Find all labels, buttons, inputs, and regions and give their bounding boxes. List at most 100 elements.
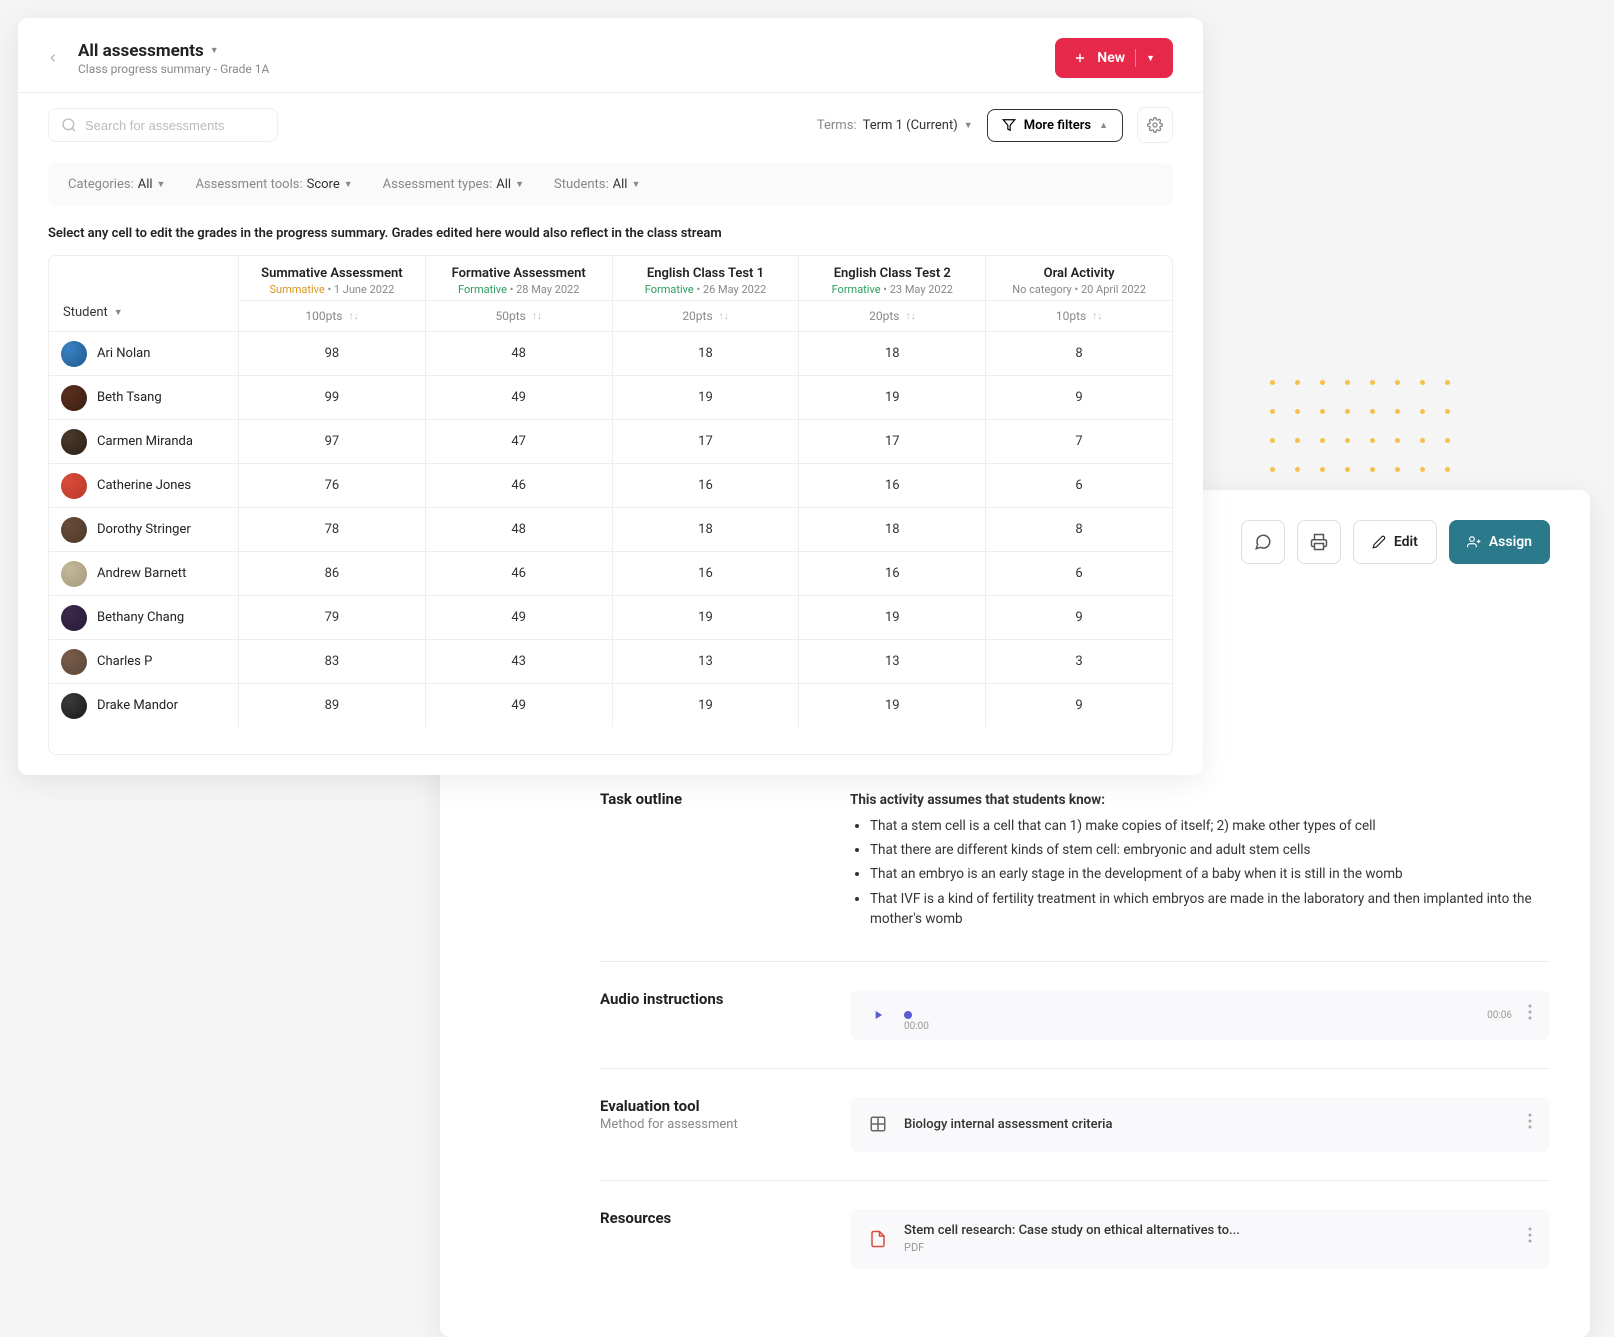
assessment-date: • 28 May 2022 xyxy=(510,283,580,296)
grade-cell[interactable]: 17 xyxy=(613,420,800,463)
more-filters-button[interactable]: More filters ▲ xyxy=(987,109,1123,142)
student-cell[interactable]: Carmen Miranda xyxy=(49,420,239,463)
search-box[interactable] xyxy=(48,108,278,142)
students-filter[interactable]: Students: All ▼ xyxy=(554,177,640,192)
grade-cell[interactable]: 19 xyxy=(799,684,986,727)
evaluation-section: Evaluation tool Method for assessment Bi… xyxy=(600,1069,1550,1180)
back-button[interactable] xyxy=(38,43,68,73)
comment-button[interactable] xyxy=(1241,520,1285,564)
grade-cell[interactable]: 89 xyxy=(239,684,426,727)
student-cell[interactable]: Beth Tsang xyxy=(49,376,239,419)
grade-cell[interactable]: 49 xyxy=(426,376,613,419)
grade-cell[interactable]: 18 xyxy=(613,508,800,551)
sort-icon[interactable]: ↑↓ xyxy=(532,311,542,322)
terms-filter[interactable]: Terms: Term 1 (Current) ▼ xyxy=(817,118,973,133)
grade-cell[interactable]: 17 xyxy=(799,420,986,463)
tools-filter[interactable]: Assessment tools: Score ▼ xyxy=(195,177,352,192)
print-button[interactable] xyxy=(1297,520,1341,564)
student-cell[interactable]: Catherine Jones xyxy=(49,464,239,507)
task-outline-label: Task outline xyxy=(600,790,810,808)
grade-cell[interactable]: 48 xyxy=(426,332,613,375)
grade-cell[interactable]: 18 xyxy=(799,332,986,375)
student-cell[interactable]: Dorothy Stringer xyxy=(49,508,239,551)
sort-icon[interactable]: ↑↓ xyxy=(348,311,358,322)
student-cell[interactable]: Charles P xyxy=(49,640,239,683)
grade-cell[interactable]: 7 xyxy=(986,420,1172,463)
settings-button[interactable] xyxy=(1137,107,1173,143)
pencil-icon xyxy=(1372,535,1386,549)
grade-cell[interactable]: 46 xyxy=(426,552,613,595)
sort-icon[interactable]: ↑↓ xyxy=(719,311,729,322)
audio-more-button[interactable] xyxy=(1524,1000,1536,1030)
grade-cell[interactable]: 6 xyxy=(986,552,1172,595)
grade-cell[interactable]: 86 xyxy=(239,552,426,595)
grade-cell[interactable]: 49 xyxy=(426,684,613,727)
table-row: Catherine Jones 764616166 xyxy=(49,463,1172,507)
grade-cell[interactable]: 18 xyxy=(799,508,986,551)
grade-cell[interactable]: 83 xyxy=(239,640,426,683)
eval-tool-item[interactable]: Biology internal assessment criteria xyxy=(850,1097,1550,1151)
table-row: Charles P 834313133 xyxy=(49,639,1172,683)
student-column-header[interactable]: Student ▼ xyxy=(49,256,239,331)
eval-sublabel: Method for assessment xyxy=(600,1117,810,1132)
grade-cell[interactable]: 98 xyxy=(239,332,426,375)
grade-cell[interactable]: 3 xyxy=(986,640,1172,683)
grade-cell[interactable]: 18 xyxy=(613,332,800,375)
grade-cell[interactable]: 16 xyxy=(613,552,800,595)
play-button[interactable] xyxy=(864,1001,892,1029)
types-filter[interactable]: Assessment types: All ▼ xyxy=(383,177,524,192)
grade-cell[interactable]: 19 xyxy=(613,376,800,419)
grade-cell[interactable]: 43 xyxy=(426,640,613,683)
points-header[interactable]: 20pts ↑↓ xyxy=(613,300,799,331)
table-row: Bethany Chang 794919199 xyxy=(49,595,1172,639)
grade-cell[interactable]: 9 xyxy=(986,684,1172,727)
student-cell[interactable]: Bethany Chang xyxy=(49,596,239,639)
student-cell[interactable]: Andrew Barnett xyxy=(49,552,239,595)
grade-cell[interactable]: 16 xyxy=(799,552,986,595)
grade-cell[interactable]: 8 xyxy=(986,508,1172,551)
grade-cell[interactable]: 49 xyxy=(426,596,613,639)
resource-more-button[interactable] xyxy=(1524,1223,1536,1253)
grade-cell[interactable]: 48 xyxy=(426,508,613,551)
grade-cell[interactable]: 19 xyxy=(799,376,986,419)
grade-cell[interactable]: 16 xyxy=(613,464,800,507)
grade-cell[interactable]: 19 xyxy=(799,596,986,639)
grade-cell[interactable]: 8 xyxy=(986,332,1172,375)
grade-cell[interactable]: 13 xyxy=(799,640,986,683)
student-cell[interactable]: Drake Mandor xyxy=(49,684,239,727)
points-header[interactable]: 20pts ↑↓ xyxy=(799,300,985,331)
grade-cell[interactable]: 47 xyxy=(426,420,613,463)
points-header[interactable]: 10pts ↑↓ xyxy=(986,300,1172,331)
grade-cell[interactable]: 46 xyxy=(426,464,613,507)
grade-cell[interactable]: 13 xyxy=(613,640,800,683)
sort-icon[interactable]: ↑↓ xyxy=(905,311,915,322)
eval-more-button[interactable] xyxy=(1524,1109,1536,1139)
avatar xyxy=(61,473,87,499)
grade-cell[interactable]: 9 xyxy=(986,376,1172,419)
assign-button[interactable]: Assign xyxy=(1449,520,1550,564)
points-header[interactable]: 50pts ↑↓ xyxy=(426,300,612,331)
grade-cell[interactable]: 79 xyxy=(239,596,426,639)
categories-filter[interactable]: Categories: All ▼ xyxy=(68,177,165,192)
sort-icon[interactable]: ↑↓ xyxy=(1092,311,1102,322)
student-name: Catherine Jones xyxy=(97,478,191,493)
audio-track[interactable]: 00:00 xyxy=(904,1005,1475,1025)
page-title-dropdown[interactable]: All assessments ▼ xyxy=(78,41,269,61)
grade-cell[interactable]: 78 xyxy=(239,508,426,551)
grade-cell[interactable]: 19 xyxy=(613,684,800,727)
print-icon xyxy=(1310,533,1328,551)
search-input[interactable] xyxy=(85,118,265,133)
grade-cell[interactable]: 99 xyxy=(239,376,426,419)
grade-cell[interactable]: 16 xyxy=(799,464,986,507)
points-header[interactable]: 100pts ↑↓ xyxy=(239,300,425,331)
assign-icon xyxy=(1467,535,1481,549)
grade-cell[interactable]: 76 xyxy=(239,464,426,507)
edit-button[interactable]: Edit xyxy=(1353,520,1437,564)
grade-cell[interactable]: 97 xyxy=(239,420,426,463)
assessment-date: • 20 April 2022 xyxy=(1075,283,1146,296)
student-cell[interactable]: Ari Nolan xyxy=(49,332,239,375)
grade-cell[interactable]: 9 xyxy=(986,596,1172,639)
new-button[interactable]: New ▼ xyxy=(1055,38,1173,78)
grade-cell[interactable]: 6 xyxy=(986,464,1172,507)
grade-cell[interactable]: 19 xyxy=(613,596,800,639)
